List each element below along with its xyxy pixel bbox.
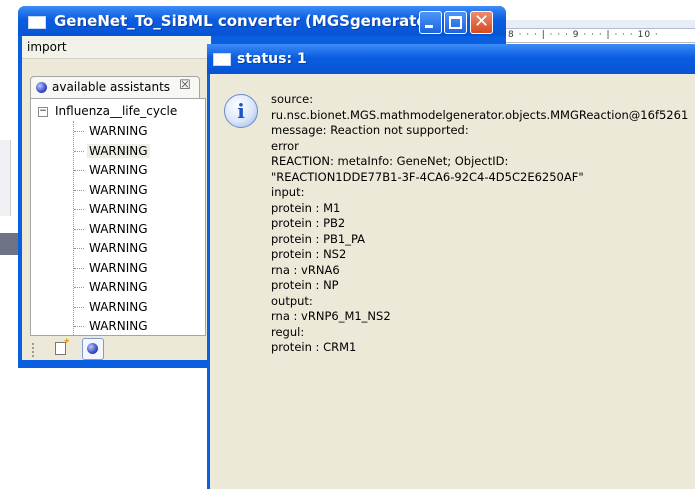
tree-item-label: WARNING: [89, 202, 148, 216]
close-tab-icon[interactable]: ☒: [179, 78, 191, 93]
tree-item-label: WARNING: [89, 241, 148, 255]
status-message-line: error: [271, 138, 299, 153]
status-message-line: source:: [271, 92, 314, 106]
converter-client-area: import available assistants ☒ − Influenz…: [22, 36, 211, 360]
tree-item[interactable]: WARNING: [74, 260, 194, 278]
tree-item-label: WARNING: [89, 260, 148, 275]
background-bar-fragment: [0, 233, 18, 255]
collapse-icon[interactable]: −: [38, 107, 48, 117]
tree-item-label: WARNING: [89, 299, 148, 314]
status-message-line: ru.nsc.bionet.MGS.mathmodelgenerator.obj…: [271, 107, 689, 122]
close-button[interactable]: ✕: [470, 11, 493, 34]
tree-item[interactable]: WARNING: [74, 279, 194, 297]
assistants-view-button[interactable]: [82, 338, 104, 360]
status-title-bar[interactable]: status: 1: [207, 44, 695, 74]
tree-item[interactable]: WARNING: [74, 299, 194, 317]
minimize-button[interactable]: [419, 11, 442, 34]
assistant-icon: [87, 343, 98, 354]
assistant-icon: [36, 82, 47, 93]
status-message-line: regul:: [271, 324, 305, 339]
status-message-line: protein : CRM1: [271, 340, 357, 354]
info-icon: i: [224, 94, 258, 128]
maximize-icon: [449, 16, 462, 29]
tab-available-assistants[interactable]: available assistants ☒: [30, 76, 200, 98]
minimize-icon: [425, 25, 433, 28]
tree-item-selected[interactable]: WARNING: [74, 143, 194, 161]
tree-item[interactable]: WARNING: [74, 123, 194, 141]
status-message: source: ru.nsc.bionet.MGS.mathmodelgenera…: [271, 92, 695, 356]
status-message-line: input:: [271, 185, 305, 199]
tree-item-label: WARNING: [89, 163, 148, 177]
tree-item-label: WARNING: [89, 280, 148, 294]
window-icon: [28, 16, 46, 29]
tree-root-label: Influenza__life_cycle: [55, 104, 178, 118]
background-panel-fragment: [0, 140, 11, 216]
status-message-line: protein : PB1_PA: [271, 231, 366, 246]
converter-title-bar[interactable]: GeneNet_To_SiBML converter (MGSgenerator…: [18, 6, 506, 36]
status-message-line: protein : PB2: [271, 216, 346, 230]
tree-item[interactable]: WARNING: [74, 240, 194, 258]
window-title: GeneNet_To_SiBML converter (MGSgenerator…: [54, 12, 441, 30]
background-toolbar-strip: [500, 20, 695, 29]
status-dialog: status: 1 i source: ru.nsc.bionet.MGS.mat…: [207, 44, 695, 489]
status-message-line: "REACTION1DDE77B1-3F-4CA6-92C4-4D5C2E625…: [271, 169, 584, 184]
window-icon: [213, 53, 231, 66]
status-message-line: protein : NS2: [271, 247, 347, 261]
tree-item[interactable]: WARNING: [74, 182, 194, 200]
maximize-button[interactable]: [444, 11, 467, 34]
toolbar-grip[interactable]: [32, 343, 36, 357]
status-client-area: i source: ru.nsc.bionet.MGS.mathmodelgene…: [210, 74, 695, 489]
tree-item[interactable]: WARNING: [74, 201, 194, 219]
view-toolbar: ✦: [30, 337, 204, 360]
tree-item[interactable]: WARNING: [74, 318, 194, 335]
tree-item-label: WARNING: [87, 143, 150, 158]
status-title: status: 1: [237, 51, 307, 67]
status-message-line: message: Reaction not supported:: [271, 123, 469, 137]
new-file-icon[interactable]: ✦: [55, 337, 71, 355]
tree-item-label: WARNING: [89, 221, 148, 236]
tree-item-label: WARNING: [89, 124, 148, 138]
status-message-line: rna : vRNP6_M1_NS2: [271, 309, 391, 323]
status-message-line: protein : NP: [271, 278, 339, 292]
tree-item[interactable]: WARNING: [74, 221, 194, 239]
menu-import[interactable]: import: [27, 40, 67, 54]
close-icon: ✕: [474, 11, 490, 32]
status-message-line: output:: [271, 293, 313, 308]
tree-item[interactable]: WARNING: [74, 162, 194, 180]
ruler-ticks: 8 · · · | · · · 9 · · · | · · · 10 ·: [508, 30, 659, 40]
status-message-line: protein : M1: [271, 200, 341, 215]
background-ruler: 8 · · · | · · · 9 · · · | · · · 10 ·: [500, 20, 695, 43]
assistants-tree: − Influenza__life_cycle WARNING WARNING …: [30, 98, 206, 336]
status-message-line: REACTION: metaInfo: GeneNet; ObjectID:: [271, 154, 509, 168]
tree-item-label: WARNING: [89, 182, 148, 197]
tree-item-label: WARNING: [89, 319, 148, 333]
status-message-line: rna : vRNA6: [271, 262, 340, 277]
tab-label: available assistants: [52, 80, 171, 94]
menu-bar: import: [22, 36, 211, 59]
